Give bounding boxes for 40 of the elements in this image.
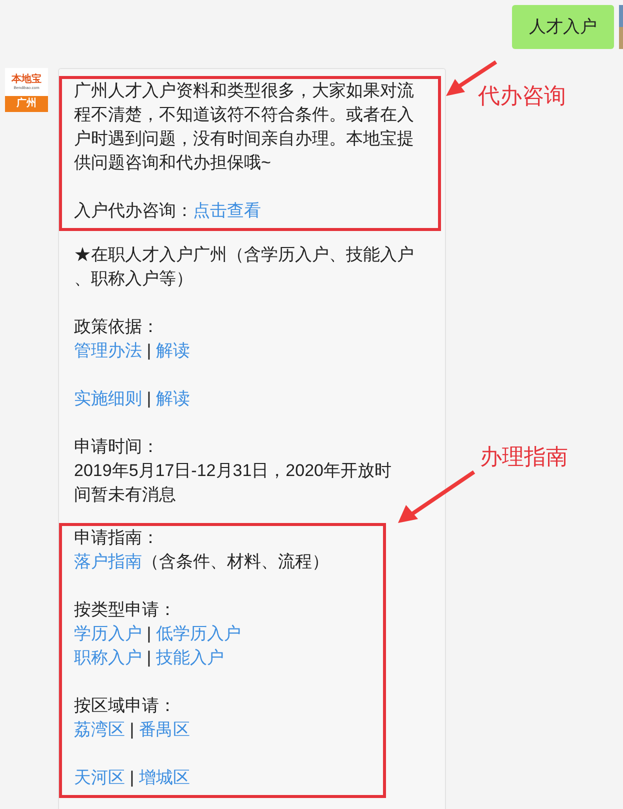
message-text: 广州人才入户资料和类型很多，大家如果对流 xyxy=(74,80,414,102)
message-text: ★在职人才入户广州（含学历入户、技能入户 xyxy=(74,244,414,266)
message-text: | xyxy=(128,767,136,789)
chat-bubble: 人才入户 xyxy=(512,5,614,49)
link[interactable]: 落户指南 xyxy=(74,550,142,574)
link[interactable]: 荔湾区 xyxy=(74,718,125,742)
link[interactable]: 低学历入户 xyxy=(156,622,241,646)
link[interactable]: 学历入户 xyxy=(74,622,142,646)
link[interactable]: 增城区 xyxy=(138,766,190,790)
link[interactable]: 解读 xyxy=(156,339,190,363)
message-text: 、职称入户等） xyxy=(74,268,193,290)
link[interactable]: 解读 xyxy=(156,387,190,411)
message-text: | xyxy=(128,719,136,741)
message-text: | xyxy=(146,647,152,669)
message-text: 按区域申请： xyxy=(74,695,176,717)
message-text: 间暂未有消息 xyxy=(74,484,176,506)
link[interactable]: 实施细则 xyxy=(74,387,142,411)
message-text: 户时遇到问题，没有时间亲自办理。本地宝提 xyxy=(74,128,414,150)
annotation-label: 代办咨询 xyxy=(478,82,566,110)
link[interactable]: 管理办法 xyxy=(74,339,142,363)
link[interactable]: 番禺区 xyxy=(138,718,190,742)
annotation-label: 办理指南 xyxy=(480,443,568,471)
message-text: 2019年5月17日-12月31日，2020年开放时 xyxy=(74,460,392,482)
message-text: | xyxy=(146,388,152,410)
logo-text: 本地宝 xyxy=(12,74,42,85)
link[interactable]: 职称入户 xyxy=(74,646,142,670)
link[interactable]: 天河区 xyxy=(74,766,125,790)
logo-city: 广州 xyxy=(16,98,36,110)
message-text: 按类型申请： xyxy=(74,599,176,621)
message-text: 政策依据： xyxy=(74,316,159,338)
link[interactable]: 技能入户 xyxy=(156,646,224,670)
message-text: （含条件、材料、流程） xyxy=(142,551,329,573)
message-text: 程不清楚，不知道该符不符合条件。或者在入 xyxy=(74,104,414,126)
message-text: | xyxy=(146,623,152,645)
link[interactable]: 点击查看 xyxy=(193,199,261,223)
message-text: 申请指南： xyxy=(74,527,159,549)
message-text: 供问题咨询和代办担保哦~ xyxy=(74,152,271,174)
message-text: 入户代办咨询： xyxy=(74,200,193,222)
message-text: 申请时间： xyxy=(74,436,159,458)
message-text: | xyxy=(146,340,152,362)
